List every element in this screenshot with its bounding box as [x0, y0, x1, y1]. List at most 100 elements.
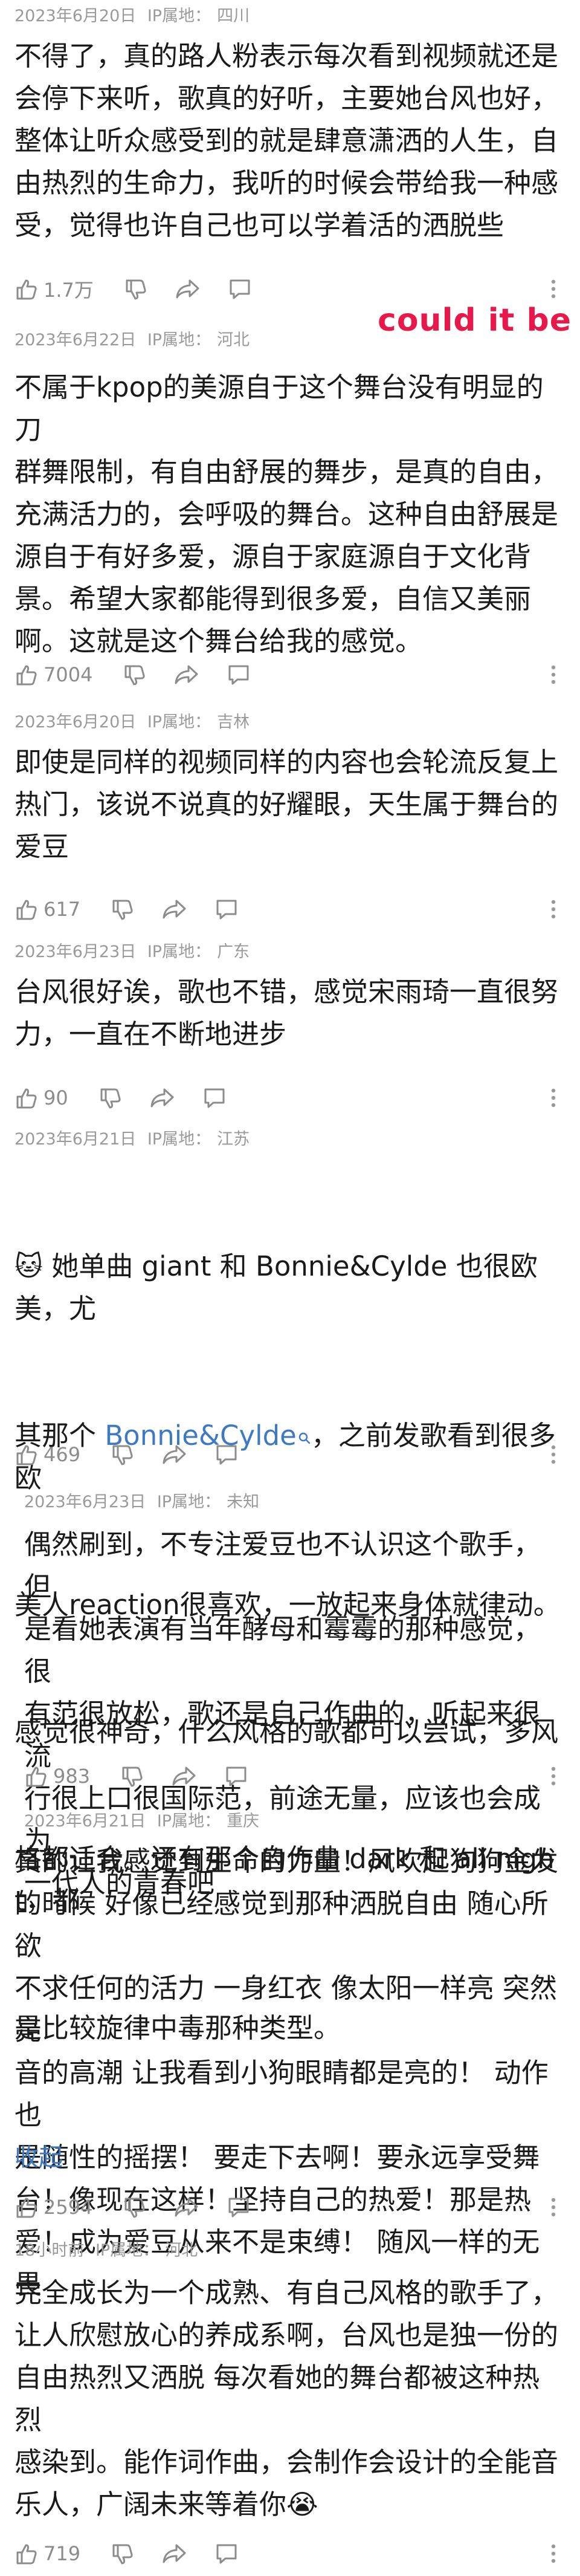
- location-prefix: IP属地：: [147, 7, 211, 25]
- comment-icon: [227, 663, 251, 687]
- reply-button[interactable]: [214, 897, 239, 921]
- thumbs-down-icon: [124, 277, 148, 301]
- share-button[interactable]: [161, 1442, 188, 1467]
- dislike-button[interactable]: [111, 1442, 135, 1467]
- dislike-button[interactable]: [120, 1764, 144, 1788]
- like-button[interactable]: 719: [14, 2542, 80, 2566]
- like-count: 719: [44, 2542, 81, 2565]
- comment-location: 未知: [227, 1493, 260, 1511]
- more-dots-icon: [550, 1444, 556, 1465]
- more-options-button[interactable]: [541, 2192, 566, 2223]
- more-dots-icon: [550, 898, 556, 920]
- more-options-button[interactable]: [541, 1082, 566, 1114]
- like-count: 983: [53, 1765, 91, 1788]
- reply-button[interactable]: [227, 2195, 251, 2219]
- thumbs-down-icon: [120, 1764, 144, 1788]
- location-prefix: IP属地：: [147, 942, 211, 961]
- share-button[interactable]: [173, 663, 200, 687]
- location-prefix: IP属地：: [156, 1493, 221, 1511]
- like-button[interactable]: 469: [14, 1442, 80, 1467]
- share-button[interactable]: [149, 1086, 176, 1110]
- comment-location: 河北: [217, 331, 250, 349]
- comment-date: 2023年6月21日: [14, 1130, 137, 1149]
- comment-actions: 469: [14, 1439, 239, 1470]
- share-button[interactable]: [173, 2195, 200, 2219]
- like-button[interactable]: 7004: [14, 663, 92, 687]
- like-count: 7004: [44, 663, 93, 686]
- thumbs-up-icon: [14, 277, 39, 301]
- comment-actions: 983: [24, 1760, 248, 1792]
- dislike-button[interactable]: [111, 897, 135, 921]
- dislike-button[interactable]: [111, 2542, 135, 2566]
- reply-button[interactable]: [214, 2542, 239, 2566]
- comment-location: 广东: [217, 942, 250, 961]
- location-prefix: IP属地：: [147, 713, 211, 732]
- more-dots-icon: [550, 1765, 556, 1787]
- share-icon: [149, 1086, 176, 1110]
- share-icon: [161, 2542, 188, 2566]
- share-icon: [161, 897, 188, 921]
- dislike-button[interactable]: [123, 2195, 147, 2219]
- reply-button[interactable]: [224, 1764, 248, 1788]
- more-options-button[interactable]: [541, 894, 566, 925]
- thumbs-up-icon: [14, 1442, 39, 1467]
- like-count: 1.7万: [44, 279, 94, 302]
- comment-date: 2023年6月22日: [14, 331, 137, 349]
- comment-icon: [214, 2542, 239, 2566]
- like-button[interactable]: 2594: [14, 2195, 92, 2219]
- more-options-button[interactable]: [541, 273, 566, 305]
- share-button[interactable]: [175, 277, 201, 301]
- more-dots-icon: [550, 664, 556, 686]
- comment-meta: 2023年6月21日 IP属地： 重庆: [24, 1808, 265, 1831]
- comment-icon: [214, 1442, 239, 1467]
- comment-meta: 2023年6月21日 IP属地： 江苏: [14, 1126, 256, 1149]
- like-button[interactable]: 90: [14, 1086, 68, 1110]
- comment-date: 2023年6月23日: [24, 1493, 146, 1511]
- thumbs-down-icon: [111, 2542, 135, 2566]
- comment-meta: 18小时前 IP属地： 河北: [14, 2237, 204, 2260]
- more-dots-icon: [550, 278, 556, 300]
- comment-location: 河北: [165, 2241, 198, 2260]
- share-button[interactable]: [171, 1764, 198, 1788]
- share-icon: [173, 663, 200, 687]
- comment-icon: [228, 277, 252, 301]
- like-button[interactable]: 983: [24, 1764, 90, 1788]
- dislike-button[interactable]: [98, 1086, 123, 1110]
- thumbs-up-icon: [14, 2195, 39, 2219]
- comment-date: 2023年6月20日: [14, 7, 137, 25]
- comment-date: 2023年6月21日: [24, 1812, 146, 1831]
- comment-actions: 617: [14, 894, 239, 925]
- more-options-button[interactable]: [541, 2538, 566, 2569]
- thumbs-down-icon: [123, 663, 147, 687]
- dislike-button[interactable]: [123, 663, 147, 687]
- comment-icon: [224, 1764, 248, 1788]
- reply-button[interactable]: [228, 277, 252, 301]
- more-options-button[interactable]: [541, 1439, 566, 1470]
- like-count: 617: [44, 898, 81, 921]
- share-button[interactable]: [161, 2542, 188, 2566]
- comment-meta: 2023年6月23日 IP属地： 广东: [14, 938, 256, 962]
- reply-button[interactable]: [202, 1086, 227, 1110]
- collapse-link[interactable]: 收起: [14, 2138, 63, 2173]
- comment-body: 不属于kpop的美源自于这个舞台没有明显的刀 群舞限制，有自由舒展的舞步，是真的自…: [14, 371, 559, 657]
- comment-icon: [227, 2195, 251, 2219]
- dislike-button[interactable]: [124, 277, 148, 301]
- more-options-button[interactable]: [541, 659, 566, 690]
- thumbs-up-icon: [14, 663, 39, 687]
- thumbs-down-icon: [123, 2195, 147, 2219]
- like-button[interactable]: 617: [14, 897, 80, 921]
- share-icon: [175, 277, 201, 301]
- comment-actions: 1.7万: [14, 273, 252, 305]
- location-prefix: IP属地：: [147, 1130, 211, 1149]
- thumbs-down-icon: [111, 1442, 135, 1467]
- like-button[interactable]: 1.7万: [14, 275, 94, 303]
- share-button[interactable]: [161, 897, 188, 921]
- reply-button[interactable]: [227, 663, 251, 687]
- comment-icon: [214, 897, 239, 921]
- thumbs-up-icon: [14, 897, 39, 921]
- reply-button[interactable]: [214, 1442, 239, 1467]
- comment-meta: 2023年6月20日 IP属地： 吉林: [14, 709, 256, 732]
- share-icon: [161, 1442, 188, 1467]
- more-options-button[interactable]: [541, 1760, 566, 1792]
- location-prefix: IP属地：: [147, 331, 211, 349]
